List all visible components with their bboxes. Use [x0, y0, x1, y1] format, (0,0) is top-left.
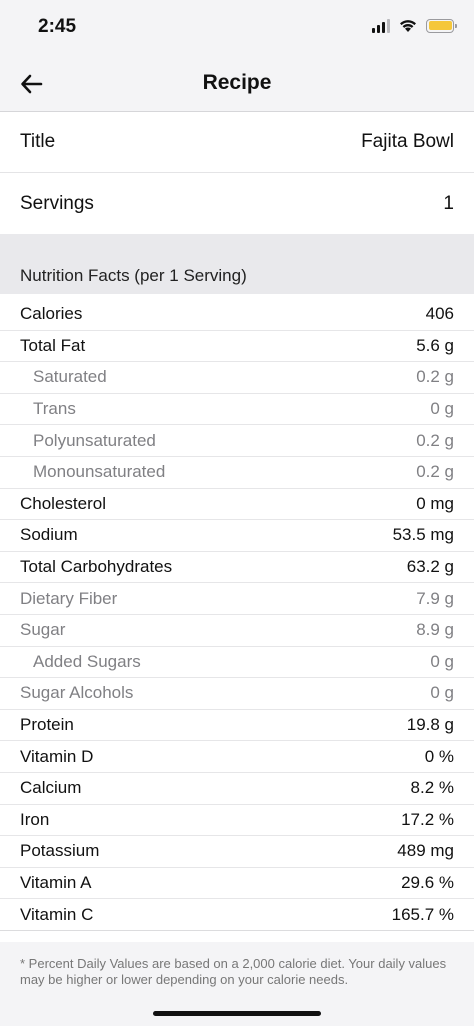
nutrient-label: Added Sugars	[33, 651, 141, 671]
nutrient-value: 0 g	[430, 683, 454, 703]
nutrient-value: 29.6 %	[401, 872, 454, 892]
nutrient-row-polyunsaturated: Polyunsaturated 0.2 g	[0, 425, 474, 457]
nutrient-label: Iron	[20, 809, 50, 829]
nutrient-value: 5.6 g	[416, 335, 454, 355]
nutrient-row-saturated: Saturated 0.2 g	[0, 362, 474, 394]
nutrient-label: Calcium	[20, 778, 82, 798]
nutrient-value: 0 mg	[416, 493, 454, 513]
status-time: 2:45	[38, 16, 77, 37]
nutrient-value: 0.2 g	[416, 462, 454, 482]
nutrient-value: 406	[425, 304, 454, 324]
nutrient-label: Trans	[33, 399, 76, 419]
nutrient-value: 53.5 mg	[392, 525, 454, 545]
nutrient-label: Sugar	[20, 620, 66, 640]
nutrient-value: 0 g	[430, 399, 454, 419]
nutrient-row-calcium: Calcium 8.2 %	[0, 773, 474, 805]
nutrient-label: Vitamin D	[20, 746, 94, 766]
nutrient-row-potassium: Potassium 489 mg	[0, 836, 474, 868]
title-value: Fajita Bowl	[361, 131, 454, 152]
nutrient-label: Calories	[20, 304, 83, 324]
nutrient-label: Total Fat	[20, 335, 86, 355]
nutrient-row-protein: Protein 19.8 g	[0, 710, 474, 742]
nutrient-row-dietary-fiber: Dietary Fiber 7.9 g	[0, 583, 474, 615]
nutrient-row-iron: Iron 17.2 %	[0, 805, 474, 837]
nutrient-label: Monounsaturated	[33, 462, 166, 482]
nutrient-label: Protein	[20, 715, 74, 735]
nutrient-label: Vitamin A	[20, 872, 92, 892]
servings-value: 1	[443, 192, 454, 214]
nutrient-row-sodium: Sodium 53.5 mg	[0, 520, 474, 552]
nutrient-value: 8.2 %	[410, 778, 454, 798]
nutrient-row-vitamin-d: Vitamin D 0 %	[0, 741, 474, 773]
nutrient-label: Cholesterol	[20, 493, 106, 513]
nutrition-list: Calories 406 Total Fat 5.6 g Saturated 0.2 …	[0, 299, 474, 931]
nutrition-header: Nutrition Facts (per 1 Serving)	[20, 266, 247, 285]
nutrient-value: 7.9 g	[416, 588, 454, 608]
nutrient-row-added-sugars: Added Sugars 0 g	[0, 647, 474, 679]
status-icons	[372, 18, 457, 33]
nutrient-value: 0 %	[424, 746, 454, 766]
nutrient-value: 0 g	[430, 651, 454, 671]
nutrient-label: Potassium	[20, 841, 100, 861]
nutrient-value: 489 mg	[397, 841, 454, 861]
nutrient-label: Sodium	[20, 525, 78, 545]
nutrient-label: Sugar Alcohols	[20, 683, 134, 703]
nutrient-row-sugar-alcohols: Sugar Alcohols 0 g	[0, 678, 474, 710]
nutrient-value: 165.7 %	[391, 904, 454, 924]
home-indicator	[153, 1011, 321, 1016]
nutrient-value: 0.2 g	[416, 430, 454, 450]
nutrient-row-total-carbohydrates: Total Carbohydrates 63.2 g	[0, 552, 474, 584]
status-bar: 2:45	[0, 0, 474, 58]
nutrient-value: 19.8 g	[406, 715, 454, 735]
nutrient-value: 0.2 g	[416, 367, 454, 387]
title-label: Title	[20, 131, 56, 152]
nutrient-row-sugar: Sugar 8.9 g	[0, 615, 474, 647]
navigation-bar: Recipe	[0, 58, 474, 112]
wifi-icon	[400, 20, 416, 32]
nutrient-row-monounsaturated: Monounsaturated 0.2 g	[0, 457, 474, 489]
nutrient-label: Saturated	[33, 367, 107, 387]
nutrient-row-total-fat: Total Fat 5.6 g	[0, 331, 474, 363]
nutrient-label: Vitamin C	[20, 904, 94, 924]
nutrient-row-calories: Calories 406	[0, 299, 474, 331]
nutrient-value: 8.9 g	[416, 620, 454, 640]
battery-icon	[426, 18, 457, 33]
nutrient-label: Dietary Fiber	[20, 588, 118, 608]
nutrient-row-trans: Trans 0 g	[0, 394, 474, 426]
nutrient-label: Polyunsaturated	[33, 430, 156, 450]
cellular-signal-icon	[372, 18, 390, 33]
page-title: Recipe	[202, 71, 272, 94]
nutrient-value: 17.2 %	[401, 809, 454, 829]
servings-label: Servings	[20, 192, 94, 214]
nutrition-section-header: Nutrition Facts (per 1 Serving)	[0, 234, 474, 294]
title-row[interactable]: Title Fajita Bowl	[0, 112, 474, 173]
nutrient-row-cholesterol: Cholesterol 0 mg	[0, 489, 474, 521]
nutrient-value: 63.2 g	[406, 557, 454, 577]
nutrient-row-vitamin-a: Vitamin A 29.6 %	[0, 868, 474, 900]
daily-values-footnote: * Percent Daily Values are based on a 2,…	[20, 956, 447, 987]
servings-row[interactable]: Servings 1	[0, 173, 474, 234]
footer: * Percent Daily Values are based on a 2,…	[0, 942, 474, 1026]
nutrient-row-vitamin-c: Vitamin C 165.7 %	[0, 899, 474, 931]
nutrient-label: Total Carbohydrates	[20, 557, 173, 577]
